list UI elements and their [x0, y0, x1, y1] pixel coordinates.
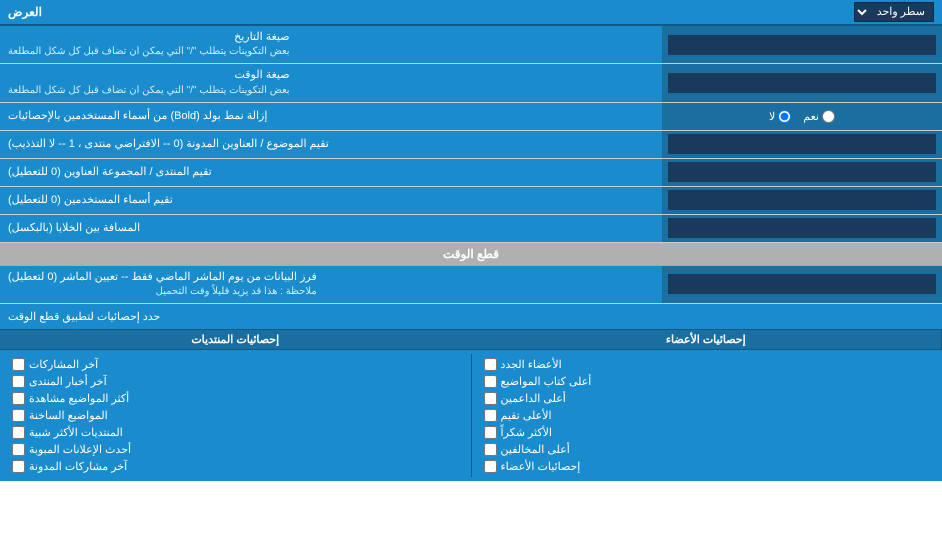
checkbox-classified-ads[interactable]	[12, 443, 25, 456]
checkbox-item: آخر أخبار المنتدى	[12, 373, 459, 390]
filter-input-wrapper[interactable]: 0	[662, 266, 942, 303]
checkbox-last-news[interactable]	[12, 375, 25, 388]
user-names-input-wrapper[interactable]: 0	[662, 187, 942, 214]
filter-row: 0 فرز البيانات من يوم الماشر الماضي فقط …	[0, 266, 942, 304]
bold-radio-wrapper[interactable]: نعم لا	[662, 103, 942, 130]
checkbox-most-viewed[interactable]	[12, 392, 25, 405]
checkbox-item: أحدث الإعلانات المبوبة	[12, 441, 459, 458]
checkbox-last-posts[interactable]	[12, 358, 25, 371]
stats-apply-row: حدد إحصائيات لتطبيق قطع الوقت	[0, 304, 942, 330]
user-names-row: 0 تقيم أسماء المستخدمين (0 للتعطيل)	[0, 187, 942, 215]
date-format-input-wrapper[interactable]: d-m	[662, 26, 942, 63]
forum-group-label: تقيم المنتدى / المجموعة العناوين (0 للتع…	[0, 159, 662, 186]
forum-group-row: 33 تقيم المنتدى / المجموعة العناوين (0 ل…	[0, 159, 942, 187]
user-names-input[interactable]: 0	[668, 190, 936, 210]
checkbox-top-donors[interactable]	[484, 392, 497, 405]
topic-order-input[interactable]: 33	[668, 134, 936, 154]
bold-remove-row: نعم لا إزالة نمط بولد (Bold) من أسماء ال…	[0, 103, 942, 131]
topic-order-row: 33 تقيم الموضوع / العناوين المدونة (0 --…	[0, 131, 942, 159]
checkbox-hot-topics[interactable]	[12, 409, 25, 422]
time-format-row: H:i صيغة الوقت بعض التكوينات يتطلب "/" ا…	[0, 64, 942, 102]
checkboxes-grid: الأعضاء الجدد أعلى كتاب المواضيع أعلى ال…	[0, 350, 942, 481]
stats-col1: آخر المشاركات آخر أخبار المنتدى أكثر الم…	[0, 354, 472, 477]
checkbox-top-violators[interactable]	[484, 443, 497, 456]
checkbox-item: أعلى كتاب المواضيع	[484, 373, 931, 390]
radio-yes-label[interactable]: نعم	[803, 110, 835, 123]
checkbox-most-thanks[interactable]	[484, 426, 497, 439]
checkbox-item: الأكثر شكراً	[484, 424, 931, 441]
checkbox-item: أكثر المواضيع مشاهدة	[12, 390, 459, 407]
cell-distance-input-wrapper[interactable]: 2	[662, 215, 942, 242]
stats-columns-headers: إحصائيات الأعضاء إحصائيات المنتديات	[0, 330, 942, 350]
cell-distance-row: 2 المسافة بين الخلايا (بالبكسل)	[0, 215, 942, 243]
radio-no-label[interactable]: لا	[769, 110, 791, 123]
checkbox-item: آخر المشاركات	[12, 356, 459, 373]
checkbox-item: أعلى المخالفين	[484, 441, 931, 458]
date-format-label: صيغة التاريخ بعض التكوينات يتطلب "/" الت…	[0, 26, 662, 63]
checkbox-top-rated[interactable]	[484, 409, 497, 422]
time-format-input[interactable]: H:i	[668, 73, 936, 93]
checkbox-new-members[interactable]	[484, 358, 497, 371]
topic-order-input-wrapper[interactable]: 33	[662, 131, 942, 158]
radio-no[interactable]	[778, 110, 791, 123]
checkbox-item: إحصائيات الأعضاء	[484, 458, 931, 475]
radio-yes[interactable]	[822, 110, 835, 123]
realtime-section-header: قطع الوقت	[0, 243, 942, 266]
filter-input[interactable]: 0	[668, 274, 936, 294]
checkbox-item: المنتديات الأكثر شبية	[12, 424, 459, 441]
page-title: العرض	[8, 5, 42, 19]
checkbox-item: آخر مشاركات المدونة	[12, 458, 459, 475]
checkbox-item: الأعلى تقيم	[484, 407, 931, 424]
topic-order-label: تقيم الموضوع / العناوين المدونة (0 -- ال…	[0, 131, 662, 158]
bold-remove-label: إزالة نمط بولد (Bold) من أسماء المستخدمي…	[0, 103, 662, 130]
checkbox-blog-posts[interactable]	[12, 460, 25, 473]
date-format-input[interactable]: d-m	[668, 35, 936, 55]
col2-header: إحصائيات الأعضاء	[471, 330, 942, 349]
display-dropdown[interactable]: سطر واحد سطرين ثلاثة أسطر	[854, 2, 934, 22]
main-container: سطر واحد سطرين ثلاثة أسطر العرض d-m صيغة…	[0, 0, 942, 481]
forum-group-input[interactable]: 33	[668, 162, 936, 182]
header-row: سطر واحد سطرين ثلاثة أسطر العرض	[0, 0, 942, 26]
dropdown-wrapper[interactable]: سطر واحد سطرين ثلاثة أسطر	[854, 2, 934, 22]
checkbox-item: أعلى الداعمين	[484, 390, 931, 407]
forum-group-input-wrapper[interactable]: 33	[662, 159, 942, 186]
checkbox-popular-forums[interactable]	[12, 426, 25, 439]
stats-col2: الأعضاء الجدد أعلى كتاب المواضيع أعلى ال…	[472, 354, 942, 477]
time-format-input-wrapper[interactable]: H:i	[662, 64, 942, 101]
checkbox-members-stats[interactable]	[484, 460, 497, 473]
checkbox-item: الأعضاء الجدد	[484, 356, 931, 373]
col1-header: إحصائيات المنتديات	[0, 330, 471, 349]
date-format-row: d-m صيغة التاريخ بعض التكوينات يتطلب "/"…	[0, 26, 942, 64]
stats-apply-label: حدد إحصائيات لتطبيق قطع الوقت	[0, 304, 325, 329]
checkbox-top-writers[interactable]	[484, 375, 497, 388]
cell-distance-label: المسافة بين الخلايا (بالبكسل)	[0, 215, 662, 242]
filter-label: فرز البيانات من يوم الماشر الماضي فقط --…	[0, 266, 662, 303]
checkbox-item: المواضيع الساخنة	[12, 407, 459, 424]
cell-distance-input[interactable]: 2	[668, 218, 936, 238]
time-format-label: صيغة الوقت بعض التكوينات يتطلب "/" التي …	[0, 64, 662, 101]
user-names-label: تقيم أسماء المستخدمين (0 للتعطيل)	[0, 187, 662, 214]
